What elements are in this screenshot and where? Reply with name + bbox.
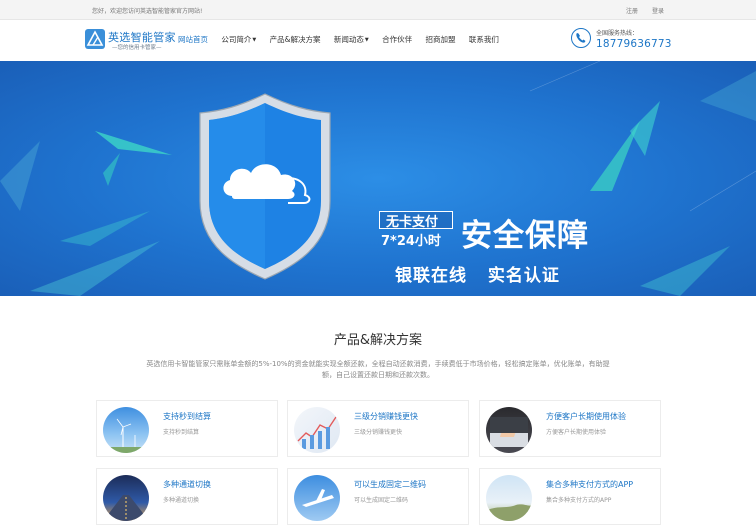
card-desc: 多种通道切换 [163,497,200,504]
feature-card[interactable]: 支持秒到结算 支持秒到结算 [96,400,278,457]
top-bar: 您好，欢迎您访问英选智能管家官方网站! 注册 登录 [0,0,756,20]
feature-card[interactable]: 可以生成固定二维码 可以生成固定二维码 [287,468,469,525]
feature-card[interactable]: 方便客户长期使用体验 方便客户长期使用体验 [479,400,661,457]
hotline-label: 全国服务热线： [596,30,639,37]
hand-on-laptop-image [486,407,532,453]
welcome-text: 您好，欢迎您访问英选智能管家官方网站! [92,8,203,15]
section-description: 英选信用卡智能管家只需账单金额的5%-10%的资金就能实现全额还款，全程自动还款… [146,360,610,379]
feature-card[interactable]: 多种通道切换 多种通道切换 [96,468,278,525]
banner-hours: 7*24小时 [381,234,441,249]
sky-landscape-image [486,475,532,521]
nav-products[interactable]: 产品&解决方案 [270,34,321,45]
hero-banner[interactable]: 无卡支付 7*24小时 安全保障 银联在线 实名认证 [0,61,756,296]
register-link[interactable]: 注册 [626,8,638,15]
phone-icon [571,28,591,48]
login-link[interactable]: 登录 [652,8,664,15]
banner-subtitles: 银联在线 实名认证 [395,261,574,286]
wind-turbine-image [103,407,149,453]
caret-down-icon: ▼ [364,37,369,43]
nav-contact[interactable]: 联系我们 [469,34,499,45]
main-nav: 网站首页 公司简介▼ 产品&解决方案 新闻动态▼ 合作伙伴 招商加盟 联系我们 [178,34,510,45]
feature-card[interactable]: 三级分销赚钱更快 三级分销赚钱更快 [287,400,469,457]
nav-franchise[interactable]: 招商加盟 [426,34,456,45]
banner-subtitle-2: 实名认证 [487,266,560,286]
logo-slogan: —您的信用卡管家— [112,45,162,51]
banner-decoration [0,61,756,296]
caret-down-icon: ▼ [252,37,257,43]
road-tunnel-image [103,475,149,521]
banner-subtitle-1: 银联在线 [395,266,467,286]
top-links: 注册 登录 [614,6,664,15]
nav-partners[interactable]: 合作伙伴 [382,34,412,45]
card-desc: 方便客户长期使用体验 [546,429,607,436]
nav-about[interactable]: 公司简介▼ [221,34,256,45]
card-title: 可以生成固定二维码 [354,480,426,489]
chart-analysis-image [294,407,340,453]
card-title: 支持秒到结算 [163,412,211,421]
logo-icon[interactable] [85,29,105,49]
site-header: 英选智能管家 —您的信用卡管家— 网站首页 公司简介▼ 产品&解决方案 新闻动态… [0,20,756,61]
section-title: 产品&解决方案 [333,333,423,348]
card-title: 多种通道切换 [163,480,211,489]
card-desc: 集合多种支付方式的APP [546,497,612,504]
banner-tag: 无卡支付 [386,215,439,230]
nav-news[interactable]: 新闻动态▼ [334,34,369,45]
card-desc: 可以生成固定二维码 [354,497,409,504]
nav-home[interactable]: 网站首页 [178,34,208,45]
hotline-number[interactable]: 18779636773 [596,38,672,50]
card-desc: 三级分销赚钱更快 [354,429,403,436]
feature-card[interactable]: 集合多种支付方式的APP 集合多种支付方式的APP [479,468,661,525]
card-title: 三级分销赚钱更快 [354,412,418,421]
banner-title: 安全保障 [461,218,589,254]
card-title: 方便客户长期使用体验 [546,412,626,421]
card-desc: 支持秒到结算 [163,429,200,436]
card-title: 集合多种支付方式的APP [546,480,634,489]
airplane-sky-image [294,475,340,521]
